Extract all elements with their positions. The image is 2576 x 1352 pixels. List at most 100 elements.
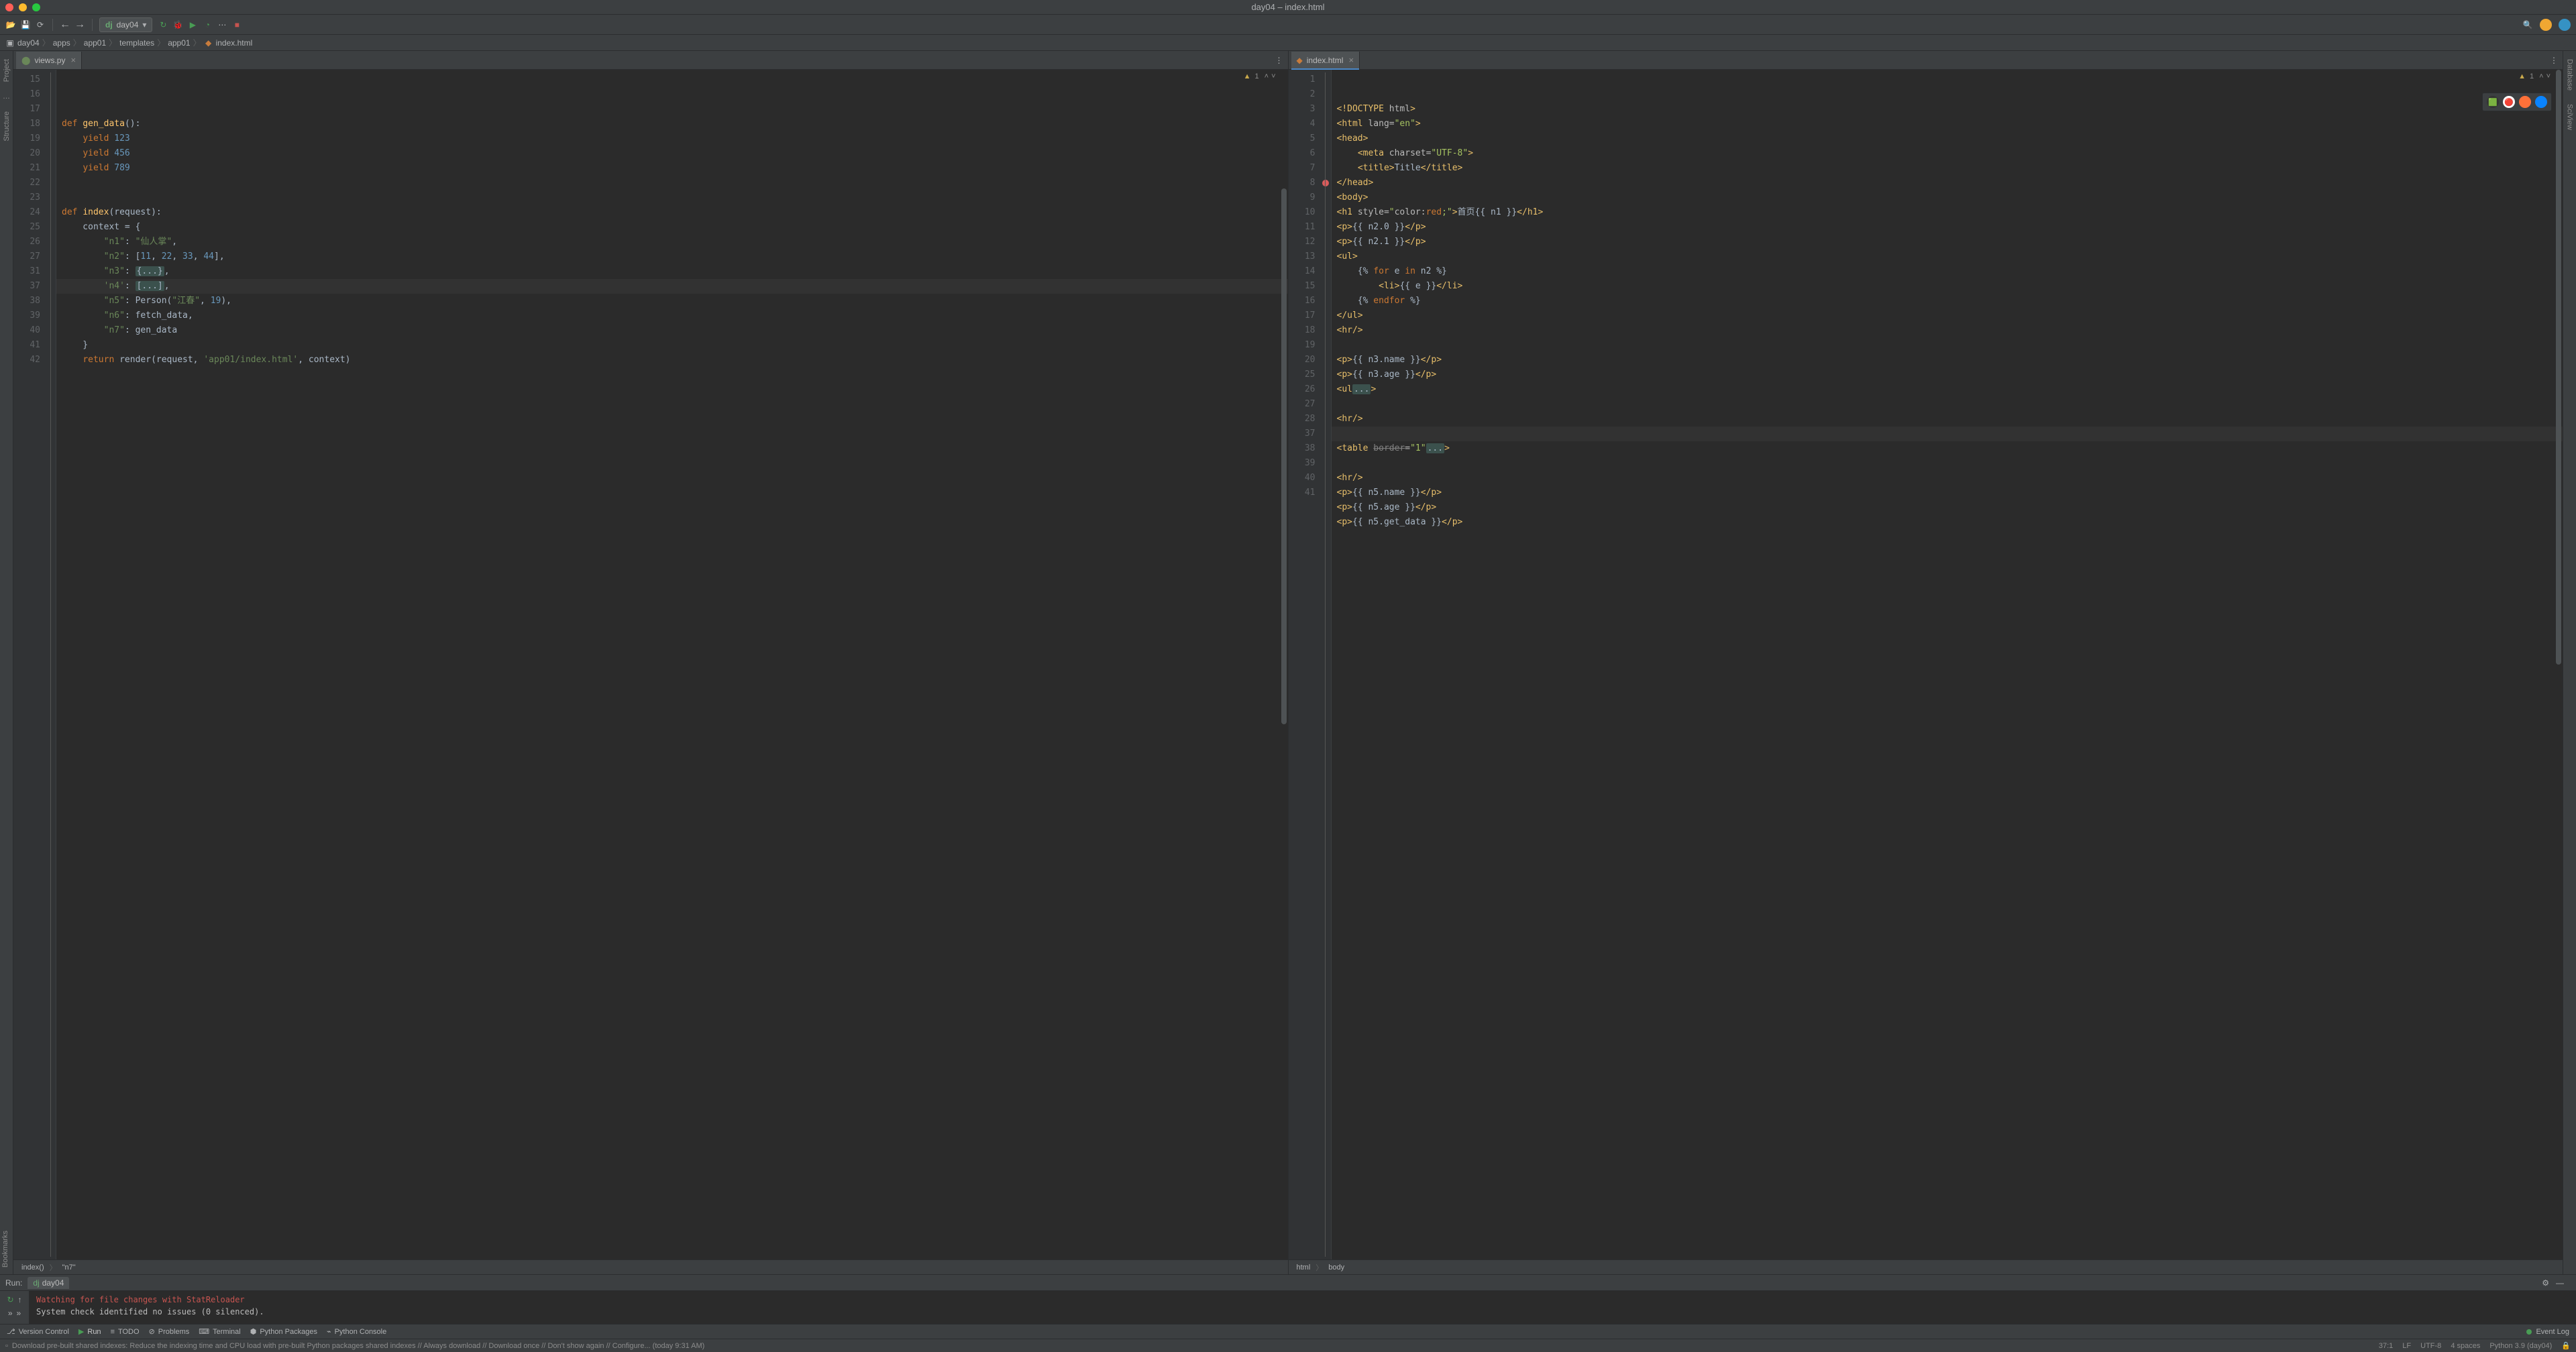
firefox-icon[interactable] <box>2519 96 2531 108</box>
tool-python-console[interactable]: ⌁Python Console <box>327 1327 386 1336</box>
more-icon[interactable]: » <box>17 1308 21 1318</box>
line-separator[interactable]: LF <box>2402 1342 2411 1350</box>
code-editor-right[interactable]: 1234567891011121314151617181920252627283… <box>1289 70 2563 1259</box>
stop-icon[interactable]: ■ <box>231 19 242 30</box>
lock-icon[interactable]: 🔒 <box>2561 1341 2571 1350</box>
tab-menu-icon[interactable]: ⋮ <box>2550 56 2559 65</box>
crumb-item[interactable]: "n7" <box>62 1263 76 1272</box>
warning-icon[interactable]: ▲ <box>2518 72 2526 80</box>
tool-terminal[interactable]: ⌨Terminal <box>199 1327 240 1336</box>
account-icon[interactable] <box>2559 19 2571 31</box>
minimize-icon[interactable]: — <box>2556 1278 2564 1288</box>
tool-todo[interactable]: ≡TODO <box>111 1328 140 1336</box>
close-icon[interactable]: × <box>70 55 76 65</box>
todo-icon: ≡ <box>111 1328 115 1336</box>
next-highlight-icon[interactable]: ˅ <box>2545 72 2552 80</box>
tool-version-control[interactable]: ⎇Version Control <box>7 1327 69 1336</box>
debug-icon[interactable]: 🐞 <box>172 19 183 30</box>
crumb-item[interactable]: body <box>1328 1263 1344 1272</box>
run-coverage-icon[interactable]: ▶ <box>187 19 198 30</box>
status-tips-icon[interactable]: ▫ <box>5 1342 8 1350</box>
safari-icon[interactable] <box>2535 96 2547 108</box>
tool-event-log[interactable]: Event Log <box>2536 1328 2569 1336</box>
python-file-icon: ⬤ <box>21 56 30 65</box>
crumb-item[interactable]: html <box>1297 1263 1311 1272</box>
warning-icon[interactable]: ▲ <box>1244 72 1251 80</box>
editor-tab-label: index.html <box>1307 56 1344 65</box>
run-tab-label: day04 <box>42 1278 64 1288</box>
chrome-icon[interactable]: 🔴 <box>2503 96 2515 108</box>
right-tool-gutter: Database SciView <box>2563 51 2576 1274</box>
left-tool-gutter: Project … Structure <box>0 51 13 1274</box>
django-icon: dj <box>105 20 113 30</box>
editor-tab-index-html[interactable]: ◆ index.html × <box>1291 52 1360 69</box>
tool-tab-structure[interactable]: Structure <box>3 109 11 144</box>
tab-menu-icon[interactable]: ⋮ <box>1275 56 1284 65</box>
rerun-icon[interactable]: ↻ <box>158 19 168 30</box>
tool-python-packages[interactable]: ⬢Python Packages <box>250 1327 317 1336</box>
prev-highlight-icon[interactable]: ˄ <box>2538 72 2544 80</box>
breadcrumb-item[interactable]: app01 <box>168 38 190 48</box>
status-bar: ▫ Download pre-built shared indexes: Red… <box>0 1339 2576 1352</box>
python-interpreter[interactable]: Python 3.9 (day04) <box>2489 1342 2552 1350</box>
breadcrumb-item[interactable]: app01 <box>84 38 106 48</box>
window-close-icon[interactable] <box>5 3 13 11</box>
jetbrains-browser-icon[interactable]: 🟩 <box>2487 96 2499 108</box>
window-minimize-icon[interactable] <box>19 3 27 11</box>
status-ok-icon <box>2526 1329 2532 1335</box>
sync-icon[interactable]: ⟳ <box>35 19 46 30</box>
tool-tab-bookmarks[interactable]: Bookmarks <box>0 1227 11 1272</box>
attach-icon[interactable]: ⋯ <box>217 19 227 30</box>
tool-tab-database[interactable]: Database <box>2566 56 2574 93</box>
structure-collapse-icon[interactable]: … <box>3 93 10 101</box>
html-file-icon: ◆ <box>1297 56 1303 65</box>
run-output-line: Watching for file changes with StatReloa… <box>36 1294 2569 1306</box>
status-message[interactable]: Download pre-built shared indexes: Reduc… <box>12 1342 704 1350</box>
run-tab[interactable]: dj day04 <box>28 1277 69 1289</box>
branch-icon: ⎇ <box>7 1327 15 1336</box>
tool-tab-sciview[interactable]: SciView <box>2566 101 2574 133</box>
next-highlight-icon[interactable]: ˅ <box>1270 72 1277 80</box>
nav-forward-icon[interactable]: → <box>74 19 85 30</box>
ide-updates-icon[interactable] <box>2540 19 2552 31</box>
nav-back-icon[interactable]: ← <box>60 19 70 30</box>
open-folder-icon[interactable]: 📂 <box>5 19 16 30</box>
line-number-gutter: 1234567891011121314151617181920252627283… <box>1289 70 1320 1259</box>
code-editor-left[interactable]: 1516171819202122232425262731373839404142… <box>13 70 1288 1259</box>
breadcrumb-item[interactable]: apps <box>53 38 70 48</box>
prev-highlight-icon[interactable]: ˄ <box>1263 72 1270 80</box>
run-label: Run: <box>5 1278 22 1288</box>
tool-run[interactable]: ▶Run <box>78 1327 101 1336</box>
breadcrumb-item[interactable]: day04 <box>17 38 40 48</box>
main-toolbar: 📂 💾 ⟳ ← → dj day04 ▾ ↻ 🐞 ▶ ◔ ⋯ ■ 🔍 <box>0 15 2576 35</box>
rerun-icon[interactable]: ↻ <box>7 1295 13 1304</box>
window-zoom-icon[interactable] <box>32 3 40 11</box>
console-icon: ⌁ <box>327 1327 331 1336</box>
breadcrumb-item[interactable]: index.html <box>216 38 253 48</box>
terminal-icon: ⌨ <box>199 1327 209 1336</box>
gutter-marks <box>1320 70 1332 1259</box>
crumb-item[interactable]: index() <box>21 1263 44 1272</box>
run-configuration-selector[interactable]: dj day04 ▾ <box>99 17 152 32</box>
navigation-breadcrumb: ▣ day04〉 apps〉 app01〉 templates〉 app01〉 … <box>0 35 2576 51</box>
breadcrumb-item[interactable]: templates <box>119 38 154 48</box>
save-all-icon[interactable]: 💾 <box>20 19 31 30</box>
more-icon[interactable]: » <box>8 1308 13 1318</box>
run-output-line: System check identified no issues (0 sil… <box>36 1306 2569 1318</box>
run-output[interactable]: Watching for file changes with StatReloa… <box>30 1291 2576 1324</box>
gear-icon[interactable]: ⚙ <box>2542 1278 2549 1288</box>
tool-problems[interactable]: ⊘Problems <box>149 1327 190 1336</box>
close-icon[interactable]: × <box>1348 55 1354 65</box>
scroll-up-icon[interactable]: ↑ <box>18 1295 22 1304</box>
editor-pane-left: ⬤ views.py × ⋮ 1516171819202122232425262… <box>13 51 1289 1274</box>
caret-position[interactable]: 37:1 <box>2379 1342 2393 1350</box>
file-encoding[interactable]: UTF-8 <box>2420 1342 2441 1350</box>
editor-tab-views[interactable]: ⬤ views.py × <box>16 52 82 69</box>
search-icon[interactable]: 🔍 <box>2522 19 2533 30</box>
tool-tab-project[interactable]: Project <box>3 56 11 84</box>
problems-icon: ⊘ <box>149 1327 155 1336</box>
editor-tab-label: views.py <box>34 56 65 65</box>
profile-icon[interactable]: ◔ <box>202 19 213 30</box>
line-number-gutter: 1516171819202122232425262731373839404142 <box>13 70 44 1259</box>
indent-info[interactable]: 4 spaces <box>2451 1342 2480 1350</box>
